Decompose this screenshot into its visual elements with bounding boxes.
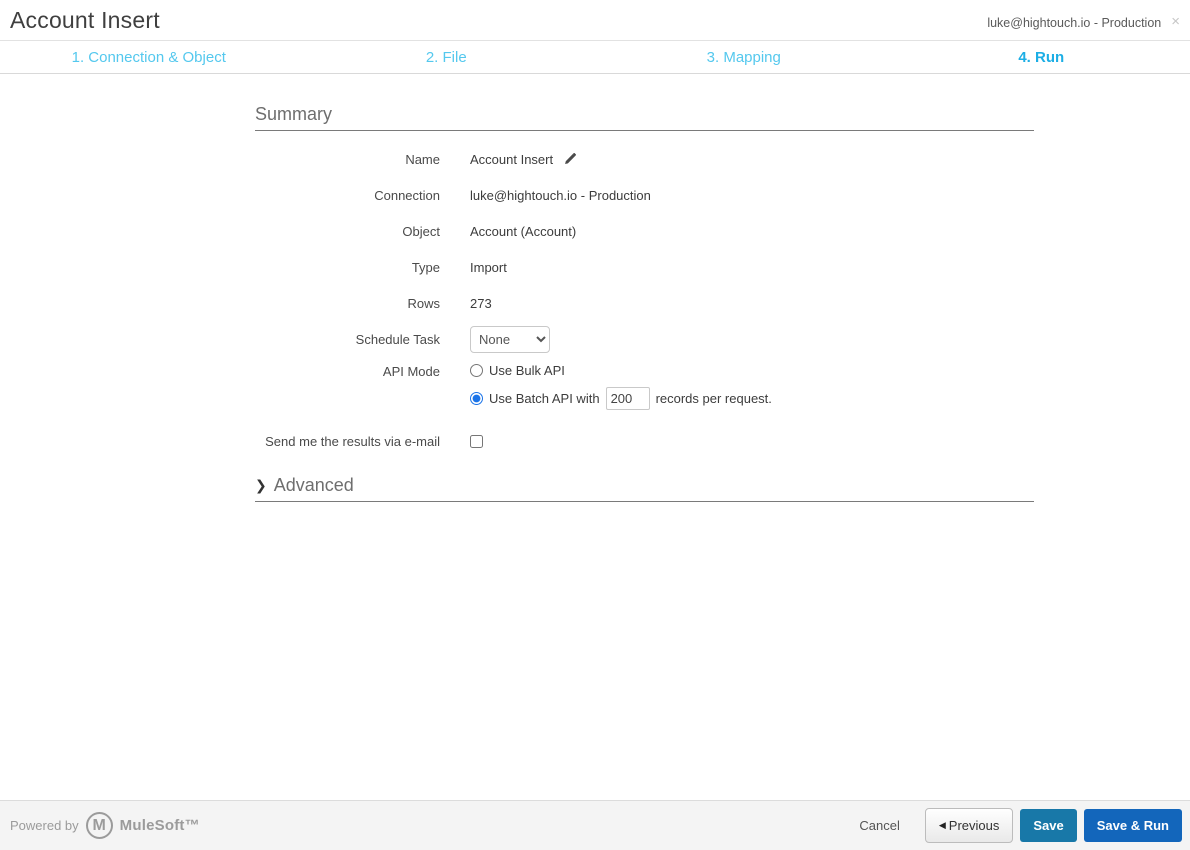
save-and-run-button[interactable]: Save & Run: [1083, 809, 1182, 842]
object-row: Object Account (Account): [255, 213, 1034, 249]
api-mode-row: API Mode Use Bulk API Use Batch API with…: [255, 357, 1034, 423]
name-value-group: Account Insert: [440, 151, 577, 167]
schedule-task-row: Schedule Task None: [255, 321, 1034, 357]
object-label: Object: [402, 223, 440, 239]
email-results-checkbox[interactable]: [470, 434, 483, 448]
batch-size-input[interactable]: [605, 387, 650, 410]
connection-row: Connection luke@hightouch.io - Productio…: [255, 177, 1034, 213]
step-tabs: 1. Connection & Object 2. File 3. Mappin…: [0, 41, 1190, 74]
object-value: Account (Account): [470, 223, 577, 239]
email-results-row: Send me the results via e-mail: [255, 423, 1034, 459]
wizard-header: Account Insert luke@hightouch.io - Produ…: [0, 0, 1190, 41]
schedule-task-label: Schedule Task: [355, 331, 440, 347]
edit-name-pencil-icon[interactable]: [563, 152, 577, 166]
name-value: Account Insert: [470, 151, 554, 167]
save-button[interactable]: Save: [1020, 809, 1077, 842]
api-mode-options: Use Bulk API Use Batch API with records …: [440, 361, 772, 410]
cancel-button[interactable]: Cancel: [859, 818, 899, 833]
previous-button[interactable]: ◀ Previous: [924, 808, 1014, 843]
type-label: Type: [411, 259, 440, 275]
close-icon[interactable]: ×: [1171, 14, 1180, 29]
summary-heading-label: Summary: [255, 104, 333, 124]
api-mode-label: API Mode: [382, 364, 440, 379]
header-right: luke@hightouch.io - Production ×: [987, 10, 1180, 30]
rows-value: 273: [470, 295, 492, 311]
type-value: Import: [470, 259, 507, 275]
powered-by-label: Powered by: [10, 818, 79, 833]
brand-area: Powered by M MuleSoft™: [10, 812, 200, 839]
mulesoft-brand-name: MuleSoft™: [119, 817, 200, 834]
mulesoft-logo-icon: M: [85, 812, 113, 839]
rows-label: Rows: [407, 295, 440, 311]
email-results-value: [440, 434, 483, 448]
summary-form: Name Account Insert Connection luke@high…: [255, 131, 1034, 459]
previous-button-label: Previous: [948, 818, 1000, 833]
connection-value: luke@hightouch.io - Production: [470, 187, 651, 203]
summary-heading: Summary: [255, 104, 1034, 131]
connection-indicator: luke@hightouch.io - Production: [987, 16, 1162, 30]
bulk-api-radio[interactable]: [470, 364, 483, 377]
tab-run[interactable]: 4. Run: [893, 41, 1190, 73]
name-row: Name Account Insert: [255, 141, 1034, 177]
batch-api-option-suffix: records per request.: [655, 391, 772, 406]
tab-mapping[interactable]: 3. Mapping: [595, 41, 893, 73]
footer-actions: Cancel ◀ Previous Save Save & Run: [859, 808, 1182, 843]
bulk-api-option-label: Use Bulk API: [489, 363, 565, 378]
batch-api-option-prefix: Use Batch API with: [489, 391, 600, 406]
advanced-heading-label: Advanced: [273, 475, 354, 495]
footer-bar: Powered by M MuleSoft™ Cancel ◀ Previous…: [0, 800, 1190, 850]
bulk-api-option[interactable]: Use Bulk API: [470, 363, 772, 378]
tab-connection-object[interactable]: 1. Connection & Object: [0, 41, 298, 73]
rows-row: Rows 273: [255, 285, 1034, 321]
schedule-task-value: None: [440, 325, 550, 353]
type-row: Type Import: [255, 249, 1034, 285]
tab-file[interactable]: 2. File: [298, 41, 596, 73]
batch-api-radio[interactable]: [470, 392, 483, 405]
page-title: Account Insert: [10, 6, 160, 33]
connection-label: Connection: [374, 187, 440, 203]
schedule-task-select[interactable]: None: [470, 325, 550, 353]
name-label: Name: [405, 151, 440, 167]
summary-panel: Summary Name Account Insert Connection l…: [255, 74, 1034, 502]
chevron-right-icon: ❯: [255, 477, 267, 493]
batch-api-option[interactable]: Use Batch API with records per request.: [470, 387, 772, 410]
advanced-section-toggle[interactable]: ❯ Advanced: [255, 475, 1034, 502]
previous-arrow-icon: ◀: [938, 820, 946, 830]
email-results-label: Send me the results via e-mail: [265, 433, 440, 449]
